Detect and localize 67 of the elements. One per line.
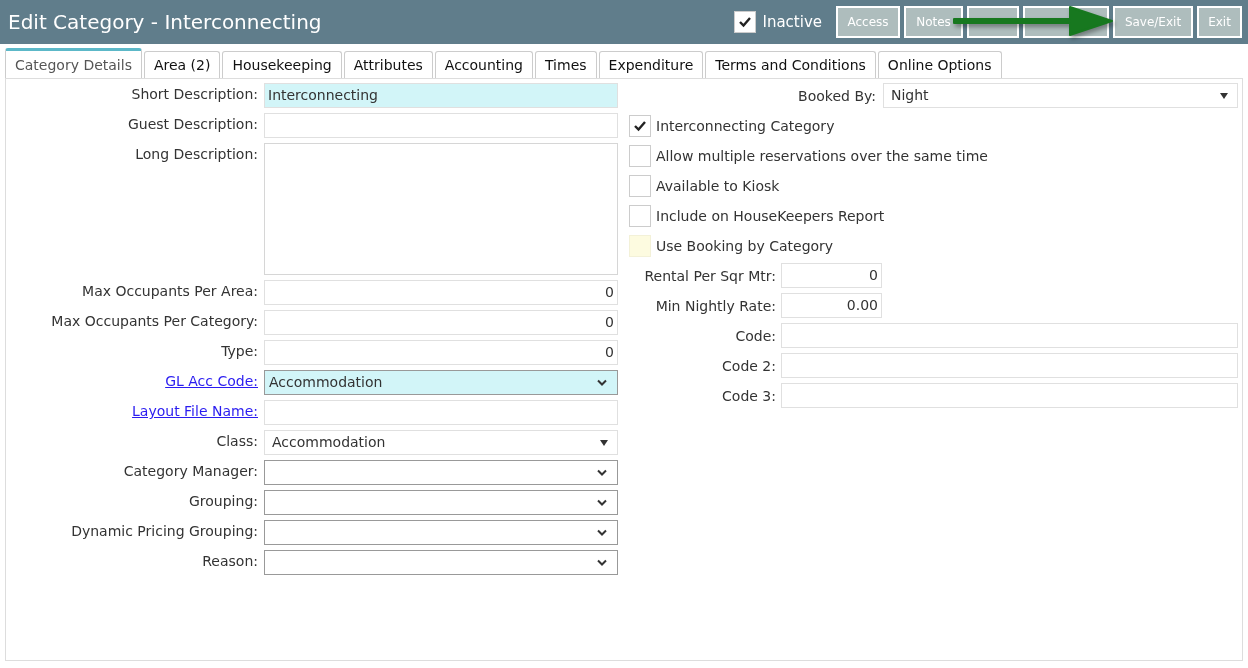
field-label: Max Occupants Per Category: <box>51 313 258 329</box>
tab[interactable]: Housekeeping <box>222 51 342 78</box>
chevron-down-icon <box>596 528 608 537</box>
tab[interactable]: Area (2) <box>143 51 221 78</box>
input-field[interactable]: 0 <box>264 310 618 335</box>
check-icon <box>738 16 753 28</box>
checkbox[interactable] <box>629 174 651 197</box>
tab[interactable]: Terms and Conditions <box>705 51 876 78</box>
window-title: Edit Category - Interconnecting <box>8 10 322 34</box>
dropdown-field[interactable] <box>264 520 618 545</box>
field-label: Guest Description: <box>127 116 258 132</box>
checkbox[interactable] <box>629 204 651 227</box>
checkbox-label: Use Booking by Category <box>656 237 834 254</box>
caret-down-icon <box>600 439 608 446</box>
text-area[interactable] <box>264 143 618 275</box>
chevron-down-icon <box>596 468 608 477</box>
checkbox-label: Include on HouseKeepers Report <box>656 207 885 224</box>
field-label: Short Description: <box>131 86 258 102</box>
checkbox-label: Available to Kiosk <box>656 177 780 194</box>
field-label: Category Manager: <box>123 463 258 479</box>
dropdown-field[interactable] <box>264 490 618 515</box>
input-field[interactable]: Interconnecting <box>264 83 618 108</box>
inactive-label: Inactive <box>762 13 822 31</box>
field-label: Long Description: <box>135 146 258 162</box>
field-label: Code 3: <box>722 387 776 404</box>
field-label: Class: <box>216 433 258 449</box>
tab[interactable]: Category Details <box>5 48 142 78</box>
checkbox-label: Interconnecting Category <box>656 117 835 134</box>
field-label: Code 2: <box>722 357 776 374</box>
caret-down-icon <box>1220 92 1228 99</box>
field-label: Dynamic Pricing Grouping: <box>71 523 258 539</box>
tab[interactable]: Online Options <box>877 51 1002 78</box>
dropdown-field[interactable]: Night <box>883 83 1238 108</box>
dropdown-field[interactable]: Accommodation <box>264 430 618 455</box>
chevron-down-icon <box>596 378 608 387</box>
input-field[interactable] <box>781 323 1238 348</box>
checkbox-label: Allow multiple reservations over the same time <box>656 147 988 164</box>
dropdown-field[interactable] <box>264 550 618 575</box>
field-label: Code: <box>735 327 776 344</box>
field-label: Reason: <box>202 553 258 569</box>
tab[interactable]: Attributes <box>343 51 433 78</box>
field-label: Booked By: <box>798 87 876 104</box>
tab[interactable]: Accounting <box>434 51 533 78</box>
input-field[interactable] <box>264 113 618 138</box>
checkbox[interactable] <box>629 114 651 137</box>
check-icon <box>633 119 647 132</box>
input-field[interactable]: 0 <box>264 340 618 365</box>
tab[interactable]: Expenditure <box>598 51 704 78</box>
chevron-down-icon <box>596 558 608 567</box>
field-label: Max Occupants Per Area: <box>82 283 258 299</box>
field-link[interactable]: Layout File Name: <box>132 403 258 419</box>
field-link[interactable]: GL Acc Code: <box>165 373 258 389</box>
checkbox[interactable] <box>629 144 651 167</box>
input-field[interactable] <box>781 353 1238 378</box>
input-field[interactable] <box>781 383 1238 408</box>
field-label: Rental Per Sqr Mtr: <box>644 267 776 284</box>
field-label: Grouping: <box>189 493 258 509</box>
input-field[interactable] <box>264 400 618 425</box>
field-label: Type: <box>221 343 258 359</box>
input-field[interactable]: 0 <box>264 280 618 305</box>
tab[interactable]: Times <box>535 51 597 78</box>
input-field[interactable]: 0 <box>781 263 882 288</box>
dropdown-field[interactable] <box>264 460 618 485</box>
field-label: Min Nightly Rate: <box>655 297 776 314</box>
chevron-down-icon <box>596 498 608 507</box>
input-field[interactable]: 0.00 <box>781 293 882 318</box>
dropdown-field[interactable]: Accommodation <box>264 370 618 395</box>
